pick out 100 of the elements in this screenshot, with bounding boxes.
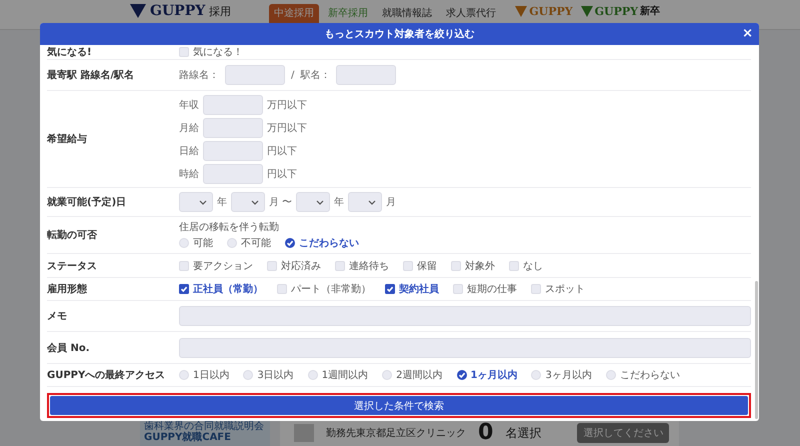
field-label: 雇用形態 <box>47 282 88 296</box>
field-label: GUPPYへの最終アクセス <box>47 368 166 382</box>
radio-option[interactable]: 可能 <box>179 236 213 250</box>
checkbox-option[interactable]: 正社員（常勤） <box>179 282 263 296</box>
unit-label: 月 〜 <box>269 196 292 209</box>
radio-option[interactable]: 1ヶ月以内 <box>456 368 518 382</box>
option-label: こだわらない <box>299 237 359 250</box>
date-select[interactable] <box>231 192 265 212</box>
brand-logo-text: GUPPY <box>594 4 638 18</box>
checkbox-option[interactable]: 対応済み <box>267 258 321 272</box>
radio-option[interactable]: 不可能 <box>227 236 271 250</box>
checkbox[interactable] <box>531 284 541 294</box>
field-label: 会員 No. <box>47 342 91 354</box>
chevron-down-icon <box>251 200 259 204</box>
field-label: 就業可能(予定)日 <box>47 195 128 209</box>
radio-option[interactable]: 3ヶ月以内 <box>531 368 592 382</box>
brand-logo-icon <box>580 6 593 16</box>
option-label: 不可能 <box>241 236 271 250</box>
banner-title: GUPPY就職CAFE <box>144 432 232 444</box>
checkbox[interactable] <box>335 260 345 270</box>
radio-button[interactable] <box>308 370 318 380</box>
station-name-input[interactable] <box>336 65 396 85</box>
clinic-name: 勤務先東京都足立区クリニック <box>326 426 466 440</box>
option-label: 2週間以内 <box>396 368 442 382</box>
radio-button[interactable] <box>382 370 392 380</box>
field-label: 最寄駅 路線名/駅名 <box>47 68 136 82</box>
checkbox[interactable] <box>453 284 463 294</box>
radio-option[interactable]: 2週間以内 <box>382 368 442 382</box>
checkbox-option[interactable]: なし <box>509 258 543 272</box>
unit-label: 年 <box>217 196 227 209</box>
radio-option[interactable]: 1週間以内 <box>308 368 368 382</box>
checkbox-option[interactable]: 連絡待ち <box>335 258 389 272</box>
input-label: 時給 <box>179 168 199 180</box>
radio-button[interactable] <box>606 370 616 380</box>
unit-label: 年 <box>334 196 344 209</box>
radio-button[interactable] <box>243 370 254 380</box>
checkbox[interactable] <box>277 284 287 294</box>
checkbox-option[interactable]: 要アクション <box>179 258 253 272</box>
option-label: 対象外 <box>465 260 495 272</box>
option-label: なし <box>523 260 543 272</box>
nav-tab[interactable]: 求人票代行 <box>441 4 502 23</box>
chevron-down-icon <box>199 200 207 204</box>
option-label: パート（非常勤） <box>291 282 371 296</box>
date-select[interactable] <box>348 192 382 212</box>
checkbox-option[interactable]: スポット <box>531 282 585 296</box>
checkbox-option[interactable]: パート（非常勤） <box>277 282 371 296</box>
close-button[interactable]: × <box>742 26 753 41</box>
scrollbar[interactable] <box>755 281 758 419</box>
chevron-down-icon <box>368 200 376 204</box>
salary-input[interactable] <box>203 94 263 114</box>
checkbox-option[interactable]: 保留 <box>403 258 437 272</box>
search-button[interactable]: 選択した条件で検索 <box>50 396 748 415</box>
option-label: 連絡待ち <box>349 260 389 272</box>
text-input[interactable] <box>179 306 751 326</box>
salary-input[interactable] <box>203 140 263 160</box>
radio-button[interactable] <box>179 370 189 380</box>
option-label: 3日以内 <box>257 368 294 382</box>
salary-input[interactable] <box>203 164 263 184</box>
checkbox-option[interactable]: 気になる！ <box>179 45 243 59</box>
option-label: 契約社員 <box>399 282 439 296</box>
option-label: こだわらない <box>620 369 680 382</box>
checkbox[interactable] <box>451 260 461 270</box>
checkbox[interactable] <box>403 260 413 270</box>
date-select[interactable] <box>296 192 330 212</box>
logo-icon <box>130 4 146 18</box>
text-input[interactable] <box>179 338 751 358</box>
option-label: 1週間以内 <box>322 368 368 382</box>
chevron-down-icon <box>316 200 324 204</box>
radio-button[interactable] <box>456 370 466 380</box>
selected-count: 0 <box>478 422 494 444</box>
checkbox-option[interactable]: 対象外 <box>451 258 495 272</box>
checkbox[interactable] <box>179 47 189 57</box>
event-banner[interactable]: 歯科業界の合同就職説明会 GUPPY就職CAFE <box>140 419 270 446</box>
radio-button[interactable] <box>531 370 542 380</box>
logo-text: GUPPY <box>150 3 206 19</box>
checkbox[interactable] <box>509 260 519 270</box>
checkbox-option[interactable]: 短期の仕事 <box>453 282 517 296</box>
radio-option[interactable]: こだわらない <box>606 368 680 382</box>
checkbox[interactable] <box>267 260 277 270</box>
checkbox[interactable] <box>179 260 189 270</box>
radio-option[interactable]: 1日以内 <box>179 368 230 382</box>
radio-button[interactable] <box>285 238 295 248</box>
salary-input[interactable] <box>203 118 263 138</box>
brand-logo-text: GUPPY <box>529 4 573 18</box>
option-label: 3ヶ月以内 <box>545 368 592 382</box>
line-name-input[interactable] <box>225 65 285 85</box>
option-label: 1日以内 <box>193 368 230 382</box>
checkbox[interactable] <box>179 284 189 294</box>
brand-logo-suffix: 新卒 <box>640 4 660 18</box>
radio-button[interactable] <box>179 238 189 248</box>
nav-tab[interactable]: 就職情報誌 <box>377 4 438 23</box>
date-select[interactable] <box>179 192 213 212</box>
radio-option[interactable]: 3日以内 <box>243 368 294 382</box>
radio-button[interactable] <box>227 238 237 248</box>
option-label: 短期の仕事 <box>467 282 517 296</box>
input-label: 年収 <box>179 98 199 112</box>
checkbox-option[interactable]: 契約社員 <box>385 282 439 296</box>
radio-option[interactable]: こだわらない <box>285 236 359 250</box>
field-label: 気になる! <box>47 46 93 59</box>
checkbox[interactable] <box>385 284 395 294</box>
